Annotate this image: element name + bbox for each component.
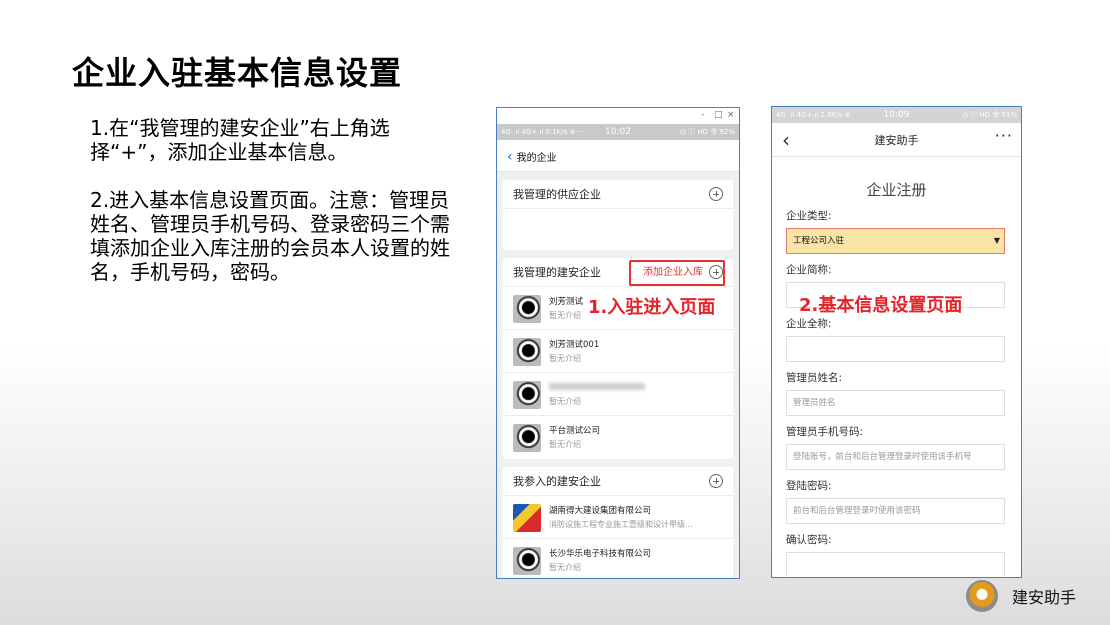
slide-description: 1.在“我管理的建安企业”右上角选择“+”，添加企业基本信息。 2.进入基本信息… [90, 116, 460, 308]
more-icon[interactable]: ··· [995, 126, 1013, 145]
add-enterprise-button[interactable]: 添加企业入库 [643, 258, 703, 287]
item-description: 暂无介绍 [549, 397, 581, 406]
description-step-1: 1.在“我管理的建安企业”右上角选择“+”，添加企业基本信息。 [90, 116, 390, 164]
password-input[interactable]: 前台和后台管理登录时使用该密码 [786, 498, 1005, 524]
chevron-left-icon: ‹ [507, 148, 513, 165]
status-battery: ◷ ⓘ HD 令 92% [679, 128, 735, 136]
maximize-icon[interactable]: □ [714, 110, 723, 120]
company-logo [513, 504, 541, 532]
description-step-2: 2.进入基本信息设置页面。注意：管理员姓名、管理员手机号码、登录密码三个需填添加… [90, 188, 450, 284]
item-name: 刘芳测试 [549, 297, 584, 307]
phone-screenshot-my-enterprises: - □ × 4G .ıl 4G+.ıl 0.1K/s ⊕ ··· 10:02 ◷… [496, 107, 740, 579]
item-name: 湖南得大建设集团有限公司 [549, 506, 652, 516]
section-header: 我管理的建安企业 添加企业入库 [503, 258, 733, 287]
admin-phone-input[interactable]: 登陆账号，前台和后台管理登录时使用该手机号 [786, 444, 1005, 470]
list-item[interactable]: 湖南得大建设集团有限公司 消防设施工程专业施工壹级和设计甲级... [503, 496, 733, 539]
section-joined-enterprises: 我参入的建安企业 湖南得大建设集团有限公司 消防设施工程专业施工壹级和设计甲级.… [503, 467, 733, 578]
slide-title: 企业入驻基本信息设置 [72, 54, 403, 92]
section-title: 我管理的建安企业 [513, 266, 601, 279]
callout-step-1: 1.入驻进入页面 [588, 297, 716, 318]
field-label: 企业全称: [786, 318, 832, 330]
company-logo [513, 424, 541, 452]
list-item[interactable]: 长沙华乐电子科技有限公司 暂无介绍 [503, 539, 733, 578]
nav-bar: ‹ 建安助手 ··· [772, 123, 1021, 157]
brand-name: 建安助手 [1011, 588, 1076, 607]
blurred-name [549, 383, 645, 390]
status-bar: 4G .ıl 4G+.ıl 2.8K/s ⊕ 10:09 ◷ ⓘ HD 令 91… [772, 107, 1021, 123]
confirm-password-input[interactable] [786, 552, 1005, 577]
company-logo [513, 381, 541, 409]
minimize-icon[interactable]: - [701, 110, 704, 120]
field-label: 登陆密码: [786, 480, 832, 492]
window-titlebar: - □ × [497, 108, 739, 124]
item-description: 暂无介绍 [549, 354, 581, 363]
field-label: 确认密码: [786, 534, 832, 546]
item-name: 长沙华乐电子科技有限公司 [549, 549, 652, 559]
field-label: 管理员姓名: [786, 372, 843, 384]
status-battery: ◷ ⓘ HD 令 91% [961, 111, 1017, 119]
section-title: 我管理的供应企业 [513, 188, 601, 201]
list-item[interactable]: 暂无介绍 [503, 373, 733, 416]
section-header: 我参入的建安企业 [503, 467, 733, 496]
admin-name-input[interactable]: 管理员姓名 [786, 390, 1005, 416]
add-circle-icon[interactable] [709, 187, 723, 201]
item-description: 暂无介绍 [549, 563, 581, 572]
item-name: 平台测试公司 [549, 426, 601, 436]
section-title: 我参入的建安企业 [513, 475, 601, 488]
item-description: 消防设施工程专业施工壹级和设计甲级... [549, 520, 693, 529]
company-logo [513, 547, 541, 575]
field-label: 管理员手机号码: [786, 426, 864, 438]
close-icon[interactable]: × [727, 110, 735, 120]
nav-title: 我的企业 [516, 153, 557, 164]
phone-screenshot-enterprise-registration: 4G .ıl 4G+.ıl 2.8K/s ⊕ 10:09 ◷ ⓘ HD 令 91… [771, 106, 1022, 578]
add-circle-icon[interactable] [709, 474, 723, 488]
status-bar: 4G .ıl 4G+.ıl 0.1K/s ⊕ ··· 10:02 ◷ ⓘ HD … [497, 124, 739, 140]
item-name: 刘芳测试001 [549, 340, 600, 350]
item-description: 暂无介绍 [549, 440, 581, 449]
company-logo [513, 338, 541, 366]
list-item[interactable]: 刘芳测试001 暂无介绍 [503, 330, 733, 373]
section-supply-enterprises: 我管理的供应企业 [503, 180, 733, 250]
nav-bar: ‹ 我的企业 [497, 140, 739, 172]
section-managed-enterprises: 我管理的建安企业 添加企业入库 刘芳测试 暂无介绍 刘芳测试001 暂无介绍 暂… [503, 258, 733, 459]
list-item[interactable]: 平台测试公司 暂无介绍 [503, 416, 733, 459]
form-title: 企业注册 [866, 181, 927, 199]
section-header: 我管理的供应企业 [503, 180, 733, 209]
nav-title: 建安助手 [874, 134, 919, 147]
full-name-input[interactable] [786, 336, 1005, 362]
registration-form: 企业类型: 工程公司入驻 ▼ 企业简称: 企业全称: 管理员姓名: 管理员姓名 … [772, 208, 1021, 577]
enterprise-type-select[interactable]: 工程公司入驻 ▼ [786, 228, 1005, 254]
add-circle-icon[interactable] [709, 265, 723, 279]
callout-step-2: 2.基本信息设置页面 [799, 295, 963, 316]
company-logo [513, 295, 541, 323]
brand-logo-icon [965, 580, 998, 612]
brand-footer: 建安助手 [965, 580, 1076, 612]
back-button[interactable]: ‹ 我的企业 [507, 148, 557, 165]
item-description: 暂无介绍 [549, 311, 581, 320]
field-label: 企业类型: [786, 210, 832, 222]
caret-down-icon: ▼ [993, 236, 1000, 245]
select-value: 工程公司入驻 [793, 236, 845, 246]
field-label: 企业简称: [786, 264, 832, 276]
